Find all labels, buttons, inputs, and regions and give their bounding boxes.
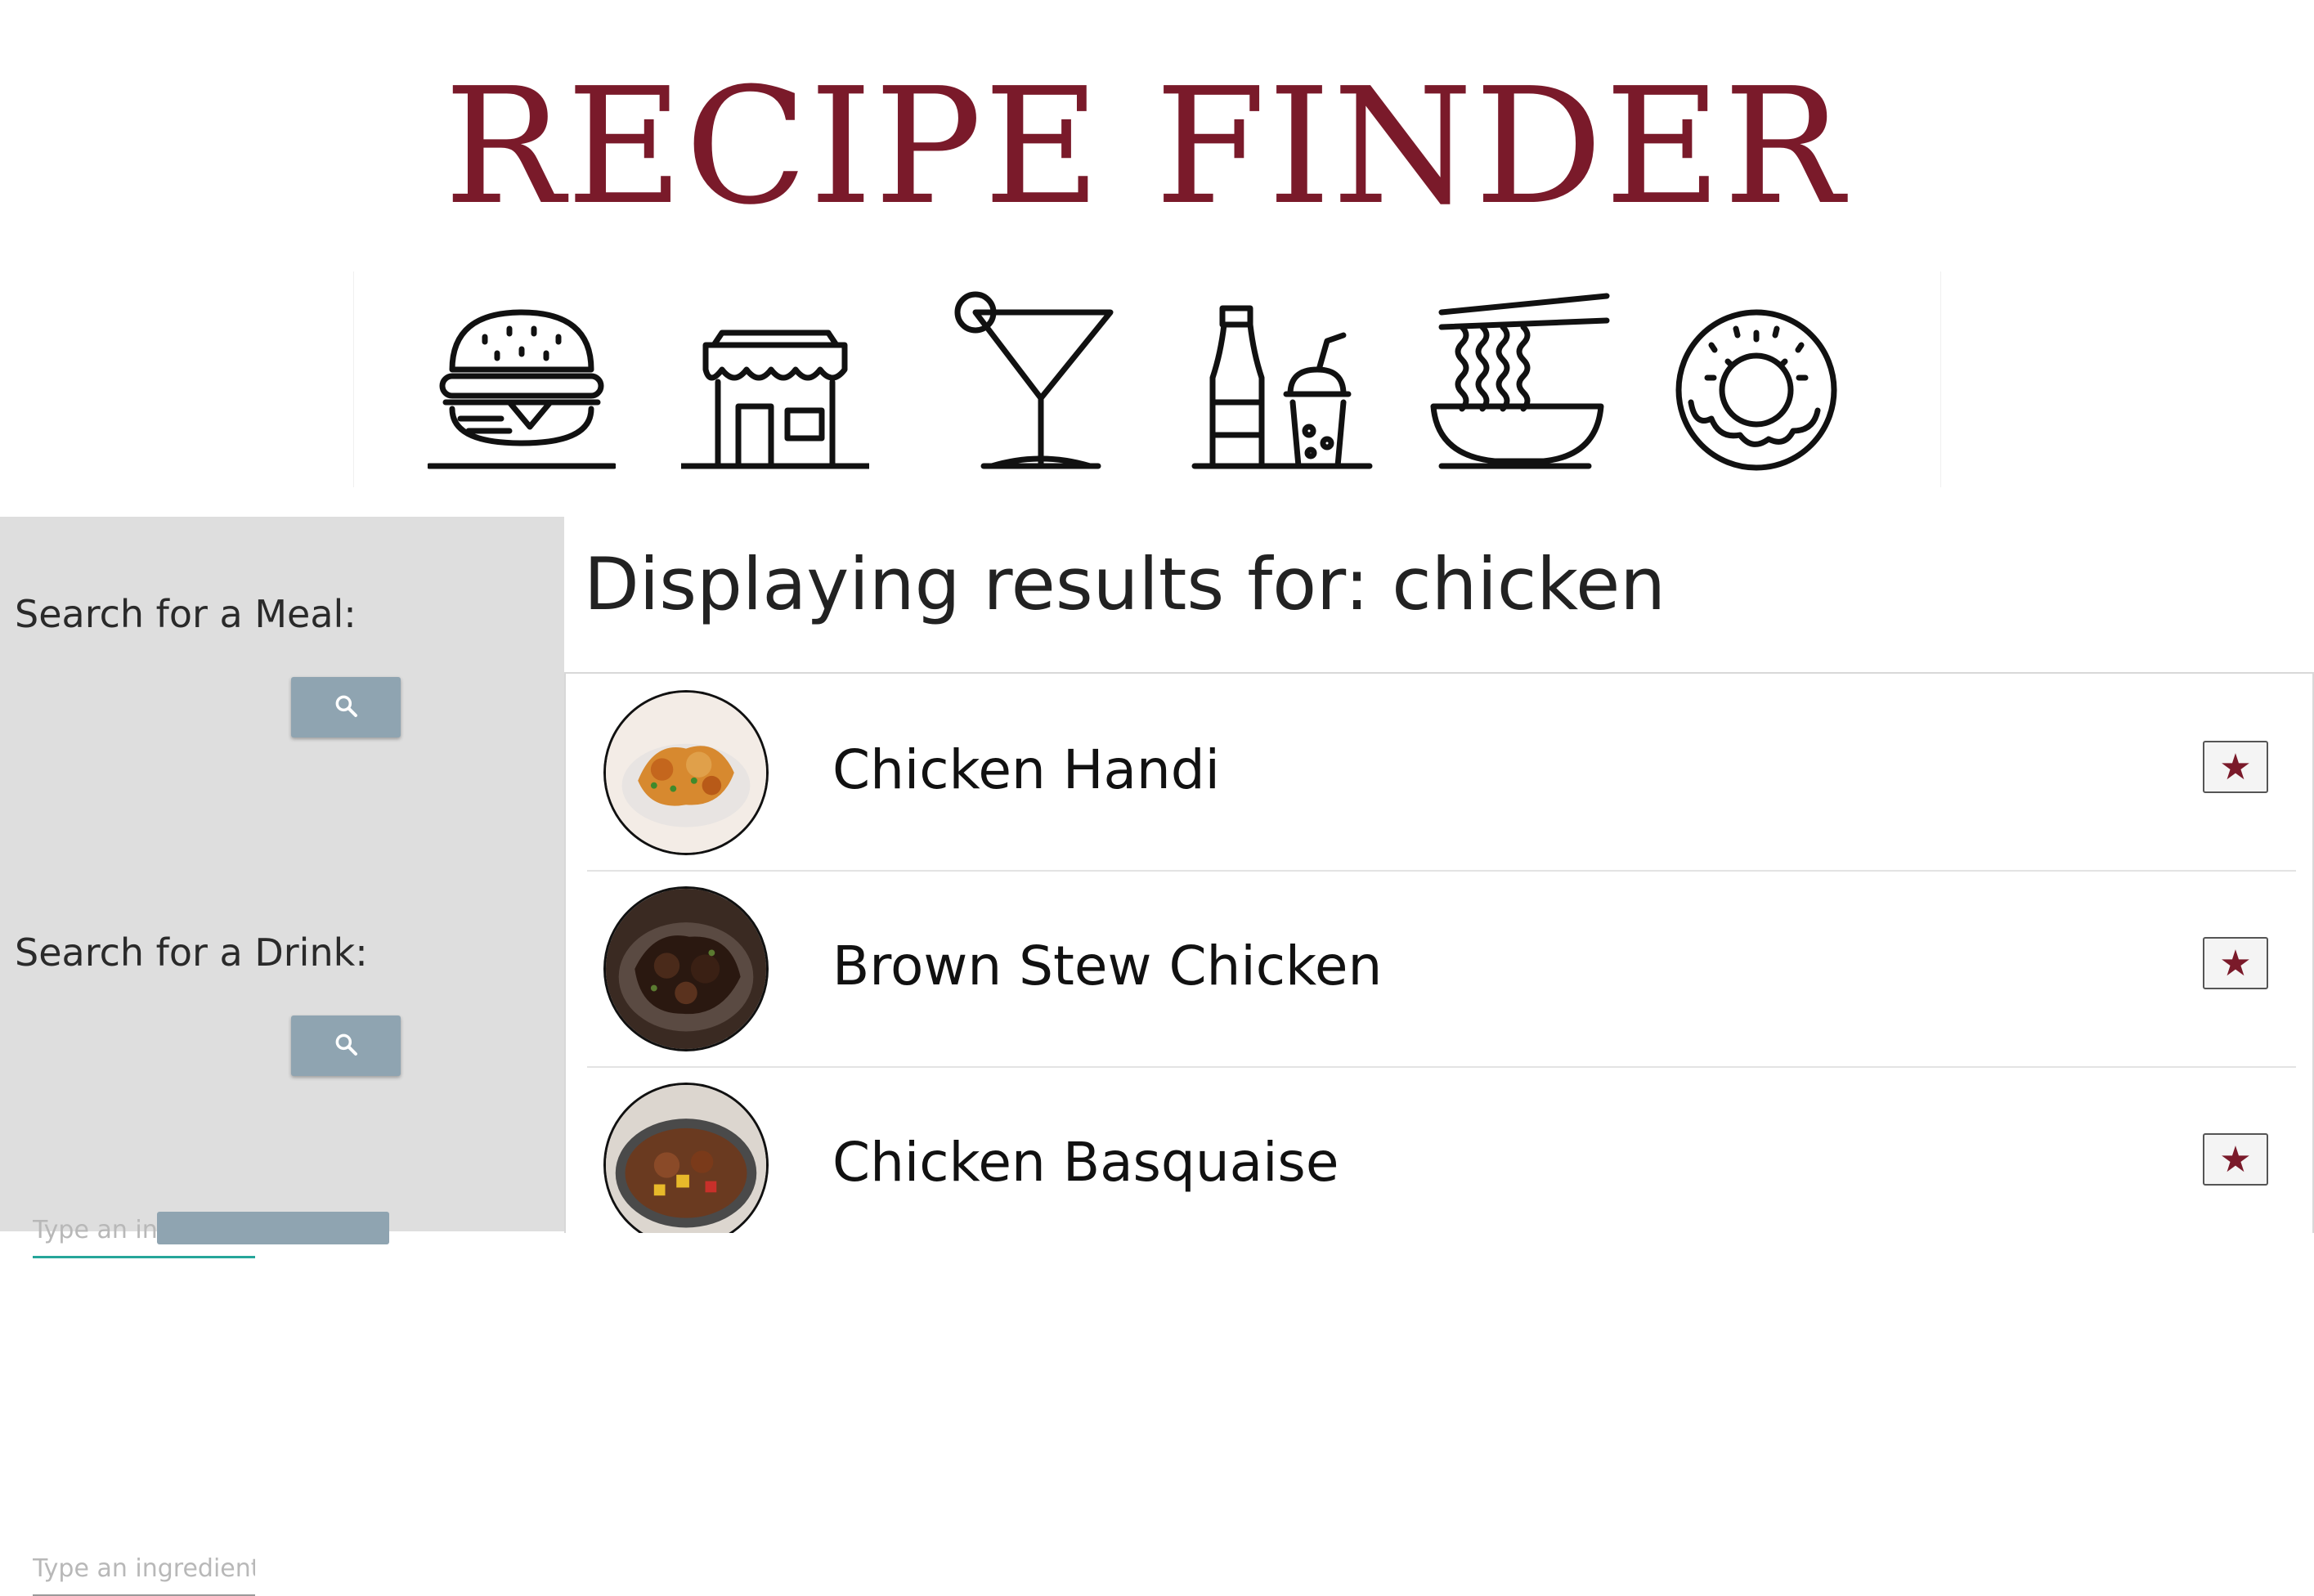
drink-search-button[interactable] xyxy=(291,1015,401,1076)
favorite-button[interactable]: ★ xyxy=(2203,741,2268,793)
favorite-button[interactable]: ★ xyxy=(2203,937,2268,989)
star-icon: ★ xyxy=(2219,942,2252,984)
results-heading: Displaying results for: chicken xyxy=(584,542,1666,626)
soda-drinks-icon xyxy=(1188,271,1376,487)
sidebar-bottom-button[interactable] xyxy=(157,1212,389,1244)
result-item[interactable]: Chicken Basquaise ★ xyxy=(587,1066,2296,1233)
storefront-icon xyxy=(678,271,872,487)
noodle-bowl-icon xyxy=(1425,271,1613,487)
favorite-button[interactable]: ★ xyxy=(2203,1133,2268,1186)
search-icon xyxy=(333,693,359,722)
donut-icon xyxy=(1662,271,1850,487)
meal-name: Brown Stew Chicken xyxy=(832,935,1383,998)
meal-thumbnail xyxy=(603,690,769,855)
results-list: Chicken Handi ★ Brown Stew Chicken ★ Chi… xyxy=(564,672,2314,1233)
drink-search-input[interactable] xyxy=(33,1542,255,1596)
star-icon: ★ xyxy=(2219,1138,2252,1181)
meal-thumbnail xyxy=(603,1083,769,1233)
result-item[interactable]: Brown Stew Chicken ★ xyxy=(587,870,2296,1068)
search-icon xyxy=(333,1031,359,1060)
star-icon: ★ xyxy=(2219,746,2252,788)
app-title: RECIPE FINDER xyxy=(443,54,1845,240)
burger-icon xyxy=(426,271,617,487)
meal-name: Chicken Basquaise xyxy=(832,1131,1339,1194)
cocktail-icon xyxy=(951,271,1139,487)
meal-search-label: Search for a Meal: xyxy=(15,592,357,636)
search-sidebar: Search for a Meal: Search for a Drink: xyxy=(0,517,564,1596)
result-item[interactable]: Chicken Handi ★ xyxy=(587,674,2296,872)
food-icon-banner xyxy=(353,271,1941,487)
meal-name: Chicken Handi xyxy=(832,738,1220,801)
meal-thumbnail xyxy=(603,886,769,1051)
meal-search-button[interactable] xyxy=(291,677,401,737)
drink-search-label: Search for a Drink: xyxy=(15,930,368,975)
